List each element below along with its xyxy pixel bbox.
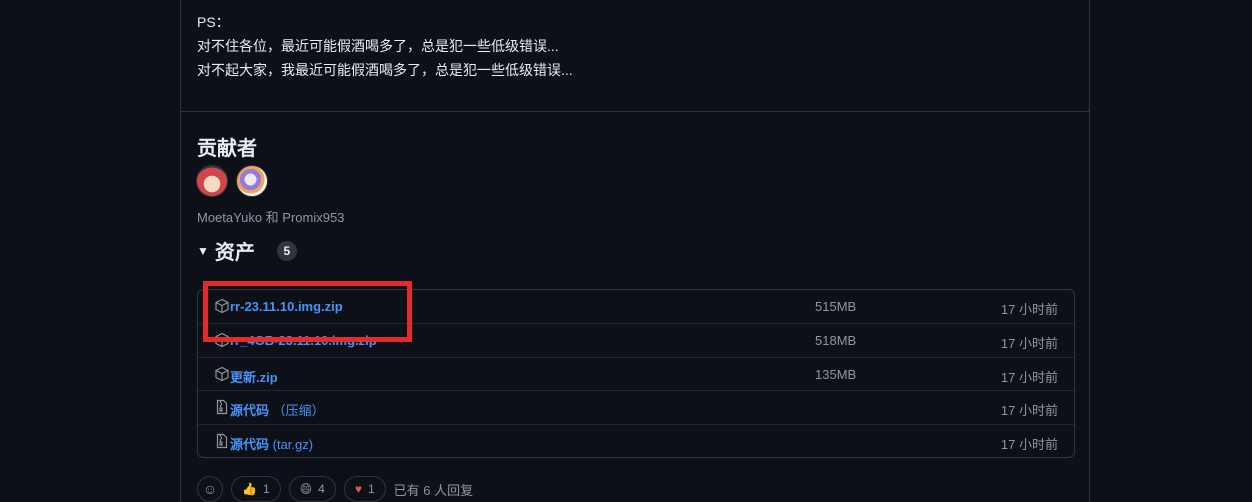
asset-size: 518MB <box>815 333 857 349</box>
notes-line: 对不起大家，我最近可能假酒喝多了，总是犯一些低级错误... <box>197 62 573 78</box>
asset-time: 17 小时前 <box>1000 369 1058 385</box>
caret-down-icon: ▼ <box>197 243 209 258</box>
avatar-moetayuko[interactable] <box>196 165 228 197</box>
asset-row: 更新.zip 135MB 17 小时前 <box>198 356 1074 390</box>
asset-row: 源代码 （压缩） 17 小时前 <box>198 390 1074 423</box>
contributors-names: MoetaYuko 和 Promix953 <box>197 210 345 225</box>
reaction-thumbs-up[interactable]: 👍 1 <box>231 476 281 502</box>
reaction-smile[interactable]: 😄 4 <box>288 476 336 502</box>
contributors-title: 贡献者 <box>197 138 257 160</box>
reaction-count: 1 <box>262 482 270 496</box>
assets-title: 资产 <box>214 242 255 264</box>
asset-link[interactable]: 源代码 (tar.gz) <box>230 434 313 453</box>
asset-size: 135MB <box>815 366 857 382</box>
thumbs-up-icon: 👍 <box>242 482 257 496</box>
reaction-heart[interactable]: ♥ 1 <box>343 476 386 502</box>
heart-icon: ♥ <box>354 482 362 496</box>
file-zip-icon <box>216 433 228 448</box>
assets-list: rr-23.11.10.img.zip 515MB 17 小时前 rr_4GB-… <box>197 289 1075 458</box>
package-icon <box>215 298 229 314</box>
asset-link[interactable]: rr-23.11.10.img.zip <box>230 299 343 314</box>
asset-time: 17 小时前 <box>1000 403 1058 419</box>
file-zip-icon <box>216 400 228 415</box>
release-card: PS： 对不住各位，最近可能假酒喝多了，总是犯一些低级错误... 对不起大家，我… <box>180 0 1090 502</box>
reaction-count: 4 <box>318 482 325 496</box>
contributors-avatars <box>196 165 268 197</box>
notes-line: PS： <box>197 14 230 30</box>
release-notes: PS： 对不住各位，最近可能假酒喝多了，总是犯一些低级错误... 对不起大家，我… <box>197 10 573 82</box>
avatar-promix953[interactable] <box>236 165 268 197</box>
reactions-bar: ☺ 👍 1 😄 4 ♥ 1 已有 6 人回复 <box>197 476 473 502</box>
smiley-icon: ☺ <box>202 481 218 497</box>
reaction-count: 1 <box>367 482 375 496</box>
asset-link[interactable]: rr_4GB-23.11.10.img.zip <box>230 333 377 348</box>
assets-count-badge: 5 <box>276 240 297 261</box>
section-divider <box>181 111 1089 112</box>
asset-link[interactable]: 源代码 （压缩） <box>230 400 325 419</box>
notes-line: 对不住各位，最近可能假酒喝多了，总是犯一些低级错误... <box>197 38 559 54</box>
package-icon <box>215 366 229 381</box>
asset-row: rr-23.11.10.img.zip 515MB 17 小时前 <box>198 290 1074 323</box>
reactions-summary: 已有 6 人回复 <box>393 482 474 498</box>
asset-row: 源代码 (tar.gz) 17 小时前 <box>198 423 1074 457</box>
asset-time: 17 小时前 <box>1000 436 1058 452</box>
asset-row: rr_4GB-23.11.10.img.zip 518MB 17 小时前 <box>198 323 1074 356</box>
package-icon <box>215 333 229 348</box>
assets-toggle[interactable]: ▼ 资产 5 <box>197 236 297 265</box>
asset-time: 17 小时前 <box>1000 336 1058 352</box>
asset-size: 515MB <box>815 299 857 314</box>
smile-icon: 😄 <box>299 482 313 496</box>
asset-link[interactable]: 更新.zip <box>230 367 278 386</box>
add-reaction-button[interactable]: ☺ <box>197 476 223 502</box>
asset-time: 17 小时前 <box>1000 302 1058 317</box>
